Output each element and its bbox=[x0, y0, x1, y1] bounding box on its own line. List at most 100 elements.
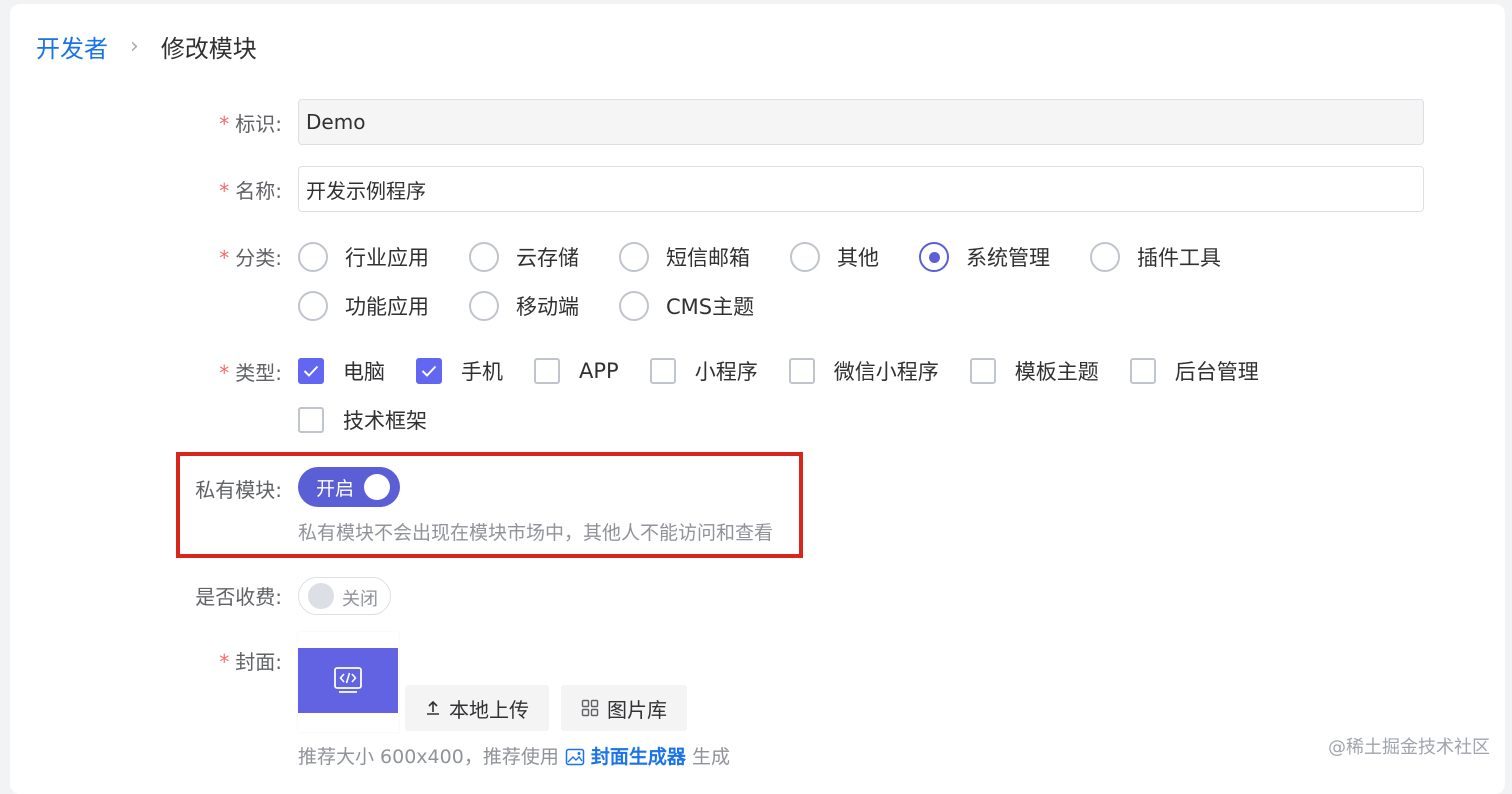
radio-label: 行业应用 bbox=[345, 246, 429, 270]
code-icon bbox=[334, 666, 362, 693]
checkbox-checked-icon[interactable] bbox=[298, 358, 324, 384]
checkbox-label: 技术框架 bbox=[343, 409, 427, 433]
category-radio-cms-theme[interactable]: CMS主题 bbox=[619, 291, 754, 321]
checkbox-icon[interactable] bbox=[1129, 358, 1156, 384]
type-checkbox-pc[interactable]: 电脑 bbox=[298, 356, 385, 386]
cover-hint-suffix: 生成 bbox=[691, 746, 730, 768]
name-input[interactable] bbox=[298, 166, 1424, 212]
radio-circle-icon[interactable] bbox=[298, 242, 328, 272]
radio-circle-icon[interactable] bbox=[469, 242, 499, 272]
switch-knob bbox=[308, 583, 334, 609]
local-upload-button[interactable]: 本地上传 bbox=[405, 685, 549, 731]
breadcrumb: 开发者 › 修改模块 bbox=[36, 29, 257, 64]
required-mark: * bbox=[219, 246, 230, 270]
image-icon bbox=[565, 748, 585, 766]
required-mark: * bbox=[219, 361, 230, 385]
checkbox-icon[interactable] bbox=[969, 358, 996, 384]
private-module-switch[interactable]: 开启 bbox=[298, 467, 400, 507]
checkbox-checked-icon[interactable] bbox=[416, 358, 442, 384]
radio-label: 短信邮箱 bbox=[666, 246, 750, 270]
identifier-label-text: 标识: bbox=[235, 112, 282, 136]
category-radio-plugin-tools[interactable]: 插件工具 bbox=[1090, 242, 1221, 272]
cover-hint-prefix: 推荐大小 600x400，推荐使用 bbox=[298, 746, 559, 768]
cover-hint: 推荐大小 600x400，推荐使用 封面生成器 生成 bbox=[298, 742, 730, 769]
identifier-label: * 标识: bbox=[219, 108, 282, 137]
private-module-hint: 私有模块不会出现在模块市场中，其他人不能访问和查看 bbox=[298, 522, 774, 544]
type-checkbox-wechat-mini-program[interactable]: 微信小程序 bbox=[788, 356, 939, 386]
checkbox-label: 电脑 bbox=[343, 360, 385, 384]
button-label: 本地上传 bbox=[449, 697, 529, 722]
type-checkbox-mini-program[interactable]: 小程序 bbox=[649, 356, 758, 386]
radio-circle-icon[interactable] bbox=[1090, 242, 1120, 272]
checkbox-label: APP bbox=[579, 359, 619, 383]
radio-label: 功能应用 bbox=[345, 295, 429, 319]
type-checkbox-row-2: 技术框架 bbox=[298, 403, 427, 437]
required-mark: * bbox=[219, 179, 230, 203]
switch-knob bbox=[364, 474, 390, 500]
required-mark: * bbox=[219, 650, 230, 674]
cover-label: * 封面: bbox=[219, 646, 282, 675]
name-label-text: 名称: bbox=[235, 179, 282, 203]
radio-circle-icon[interactable] bbox=[298, 291, 328, 321]
upload-icon bbox=[425, 700, 441, 716]
button-label: 图片库 bbox=[607, 697, 667, 722]
category-radio-cloud-storage[interactable]: 云存储 bbox=[469, 242, 579, 272]
radio-circle-icon[interactable] bbox=[619, 242, 649, 272]
radio-circle-icon[interactable] bbox=[790, 242, 820, 272]
checkbox-icon[interactable] bbox=[788, 358, 815, 384]
type-checkbox-row-1: 电脑 手机 APP 小程序 微信小程序 模板主题 后台管理 bbox=[298, 354, 1259, 388]
checkbox-icon[interactable] bbox=[298, 407, 324, 433]
checkbox-icon[interactable] bbox=[534, 358, 560, 384]
type-checkbox-template-theme[interactable]: 模板主题 bbox=[969, 356, 1099, 386]
category-label-text: 分类: bbox=[235, 246, 282, 270]
page-title: 修改模块 bbox=[160, 34, 257, 63]
type-checkbox-app[interactable]: APP bbox=[534, 358, 619, 384]
checkbox-label: 后台管理 bbox=[1174, 360, 1259, 384]
gallery-button[interactable]: 图片库 bbox=[561, 685, 687, 731]
switch-text: 关闭 bbox=[342, 589, 378, 610]
radio-label: CMS主题 bbox=[666, 295, 755, 319]
radio-circle-icon[interactable] bbox=[469, 291, 499, 321]
cover-label-text: 封面: bbox=[235, 650, 282, 674]
type-checkbox-phone[interactable]: 手机 bbox=[416, 356, 503, 386]
private-module-label: 私有模块: bbox=[195, 478, 282, 502]
identifier-input[interactable] bbox=[298, 99, 1424, 145]
type-checkbox-tech-framework[interactable]: 技术框架 bbox=[298, 405, 427, 435]
radio-label: 系统管理 bbox=[966, 246, 1050, 270]
cover-preview[interactable] bbox=[298, 632, 399, 732]
type-label-text: 类型: bbox=[235, 361, 282, 385]
radio-label: 云存储 bbox=[516, 246, 579, 270]
required-mark: * bbox=[219, 112, 230, 136]
switch-text: 开启 bbox=[316, 478, 355, 500]
breadcrumb-separator-icon: › bbox=[130, 33, 139, 59]
breadcrumb-developer-link[interactable]: 开发者 bbox=[36, 29, 108, 64]
category-label: * 分类: bbox=[219, 242, 282, 271]
category-radio-row-1: 行业应用 云存储 短信邮箱 其他 系统管理 插件工具 bbox=[298, 240, 1221, 274]
watermark: @稀土掘金技术社区 bbox=[1328, 737, 1490, 758]
paid-switch[interactable]: 关闭 bbox=[298, 577, 391, 615]
type-checkbox-admin-panel[interactable]: 后台管理 bbox=[1129, 356, 1259, 386]
grid-icon bbox=[581, 699, 599, 717]
radio-selected-icon[interactable] bbox=[919, 242, 949, 272]
category-radio-row-2: 功能应用 移动端 CMS主题 bbox=[298, 289, 754, 323]
category-radio-sms-email[interactable]: 短信邮箱 bbox=[619, 242, 750, 272]
category-radio-system-management[interactable]: 系统管理 bbox=[919, 242, 1050, 272]
radio-label: 其他 bbox=[837, 246, 879, 270]
name-label: * 名称: bbox=[219, 175, 282, 204]
paid-label: 是否收费: bbox=[195, 585, 282, 609]
category-radio-mobile[interactable]: 移动端 bbox=[469, 291, 579, 321]
checkbox-label: 模板主题 bbox=[1014, 360, 1099, 384]
cover-generator-link[interactable]: 封面生成器 bbox=[591, 746, 686, 768]
type-label: * 类型: bbox=[219, 357, 282, 386]
radio-circle-icon[interactable] bbox=[619, 291, 649, 321]
radio-label: 移动端 bbox=[516, 295, 579, 319]
checkbox-icon[interactable] bbox=[649, 358, 676, 384]
checkbox-label: 小程序 bbox=[694, 360, 758, 384]
cover-image bbox=[298, 648, 398, 713]
checkbox-label: 微信小程序 bbox=[833, 360, 939, 384]
category-radio-functional[interactable]: 功能应用 bbox=[298, 291, 429, 321]
checkbox-label: 手机 bbox=[461, 360, 503, 384]
category-radio-other[interactable]: 其他 bbox=[790, 242, 879, 272]
radio-label: 插件工具 bbox=[1137, 246, 1221, 270]
category-radio-industry[interactable]: 行业应用 bbox=[298, 242, 429, 272]
